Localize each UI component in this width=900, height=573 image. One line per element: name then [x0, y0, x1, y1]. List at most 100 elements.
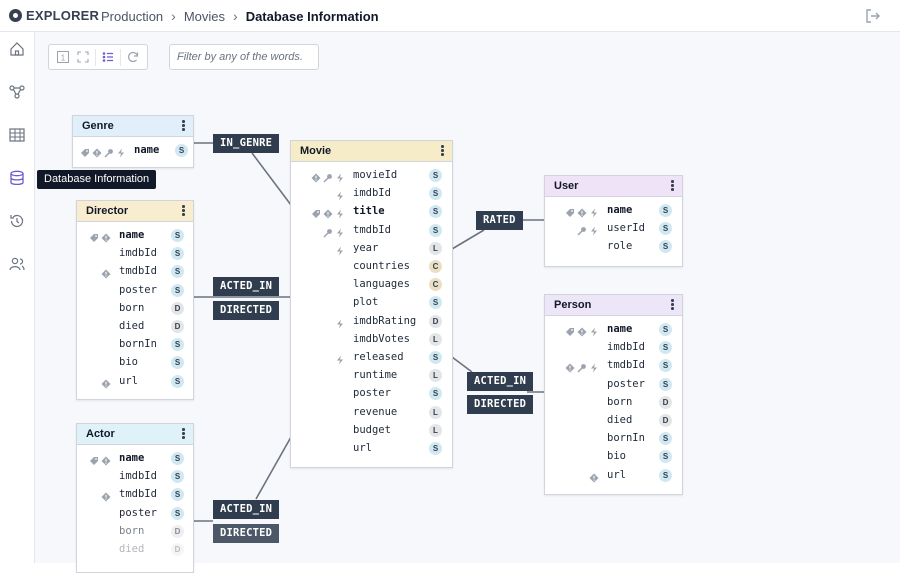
property-row[interactable]: userId S [545, 220, 682, 238]
svg-text:1: 1 [61, 54, 66, 63]
more-options-icon[interactable] [671, 180, 674, 191]
property-row[interactable]: imdbVotes L [291, 331, 452, 349]
property-row[interactable]: released S [291, 349, 452, 367]
rel-directed[interactable]: DIRECTED [213, 301, 280, 320]
property-name: budget [353, 423, 391, 436]
type-badge: D [171, 301, 184, 315]
refresh-icon[interactable] [126, 50, 140, 64]
node-user[interactable]: User name SuserId Srole S [544, 175, 683, 267]
property-row[interactable]: name S [73, 142, 193, 160]
type-badge: L [429, 332, 442, 346]
bolt-icon [589, 360, 599, 373]
property-row[interactable]: bornIn S [545, 430, 682, 448]
node-header[interactable]: Director [77, 201, 193, 222]
canvas-toolbar: 1 [48, 44, 148, 70]
node-header[interactable]: Person [545, 295, 682, 316]
node-actor[interactable]: Actor name SimdbId StmdbId Sposter Sborn Ddie… [76, 423, 194, 573]
property-row[interactable]: tmdbId S [291, 222, 452, 240]
property-row[interactable]: tmdbId S [77, 263, 193, 281]
property-row[interactable]: url S [545, 467, 682, 485]
property-name: tmdbId [119, 488, 157, 501]
property-row[interactable]: died D [77, 541, 193, 559]
node-genre[interactable]: Genre name S [72, 115, 194, 168]
property-row[interactable]: role S [545, 238, 682, 256]
property-row[interactable]: revenue L [291, 404, 452, 422]
type-badge: S [659, 377, 672, 391]
more-options-icon[interactable] [182, 205, 185, 216]
tag-icon [89, 230, 99, 242]
property-row[interactable]: url S [77, 373, 193, 391]
property-row[interactable]: died D [77, 318, 193, 336]
property-row[interactable]: poster S [291, 385, 452, 403]
rel-acted-in[interactable]: ACTED_IN [213, 277, 280, 296]
property-row[interactable]: budget L [291, 422, 452, 440]
property-row[interactable]: tmdbId S [545, 357, 682, 375]
single-view-icon[interactable]: 1 [56, 50, 70, 64]
property-row[interactable]: imdbId S [77, 245, 193, 263]
property-row[interactable]: title S [291, 203, 452, 221]
property-row[interactable]: poster S [545, 376, 682, 394]
property-row[interactable]: tmdbId S [77, 486, 193, 504]
node-person[interactable]: Person name SimdbId StmdbId Sposter Sborn Ddi… [544, 294, 683, 495]
property-row[interactable]: bornIn S [77, 336, 193, 354]
type-badge: D [659, 395, 672, 409]
node-title: Movie [300, 145, 332, 157]
property-name: title [353, 205, 385, 218]
property-row[interactable]: died D [545, 412, 682, 430]
property-row[interactable]: bio S [545, 448, 682, 466]
property-row[interactable]: born D [77, 300, 193, 318]
type-badge: S [659, 432, 672, 446]
node-header[interactable]: Genre [73, 116, 193, 137]
more-options-icon[interactable] [182, 120, 185, 131]
property-name: born [119, 301, 145, 314]
property-row[interactable]: born D [77, 523, 193, 541]
property-name: tmdbId [119, 265, 157, 278]
type-badge: L [429, 423, 442, 437]
rel-acted-in[interactable]: ACTED_IN [467, 372, 534, 391]
node-header[interactable]: Actor [77, 424, 193, 445]
property-row[interactable]: name S [77, 227, 193, 245]
property-row[interactable]: url S [291, 440, 452, 458]
rel-in-genre[interactable]: IN_GENRE [213, 134, 280, 153]
property-row[interactable]: countries C [291, 258, 452, 276]
property-row[interactable]: born D [545, 394, 682, 412]
property-row[interactable]: runtime L [291, 367, 452, 385]
constraint-icon [577, 324, 587, 337]
edge-in-genre-movie [251, 152, 292, 206]
property-row[interactable]: imdbId S [545, 339, 682, 357]
property-name: bio [607, 450, 626, 463]
rel-directed[interactable]: DIRECTED [467, 395, 534, 414]
rel-directed[interactable]: DIRECTED [213, 524, 280, 543]
property-row[interactable]: poster S [77, 505, 193, 523]
list-view-icon[interactable] [101, 50, 115, 64]
property-row[interactable]: movieId S [291, 167, 452, 185]
node-header[interactable]: Movie [291, 141, 452, 162]
property-row[interactable]: imdbId S [291, 185, 452, 203]
node-header[interactable]: User [545, 176, 682, 197]
property-row[interactable]: languages C [291, 276, 452, 294]
node-title: Director [86, 205, 129, 217]
more-options-icon[interactable] [441, 145, 444, 156]
property-row[interactable]: name S [77, 450, 193, 468]
type-badge: D [171, 543, 184, 556]
property-row[interactable]: name S [545, 321, 682, 339]
property-row[interactable]: year L [291, 240, 452, 258]
property-row[interactable]: bio S [77, 354, 193, 372]
more-options-icon[interactable] [182, 428, 185, 439]
node-director[interactable]: Director name SimdbId StmdbId Sposter Sborn D… [76, 200, 194, 400]
type-badge: S [429, 169, 442, 182]
property-row[interactable]: poster S [77, 282, 193, 300]
property-row[interactable]: plot S [291, 294, 452, 312]
bolt-icon [335, 352, 345, 365]
toolbar-divider [95, 49, 96, 66]
filter-input[interactable]: Filter by any of the words. [169, 44, 319, 70]
rel-rated[interactable]: RATED [476, 211, 523, 230]
rel-acted-in[interactable]: ACTED_IN [213, 500, 280, 519]
node-movie[interactable]: Movie movieId SimdbId Stitle StmdbId Syear Lc… [290, 140, 453, 468]
property-row[interactable]: name S [545, 202, 682, 220]
type-badge: D [429, 314, 442, 328]
property-row[interactable]: imdbRating D [291, 313, 452, 331]
fit-screen-icon[interactable] [76, 50, 90, 64]
property-row[interactable]: imdbId S [77, 468, 193, 486]
more-options-icon[interactable] [671, 299, 674, 310]
